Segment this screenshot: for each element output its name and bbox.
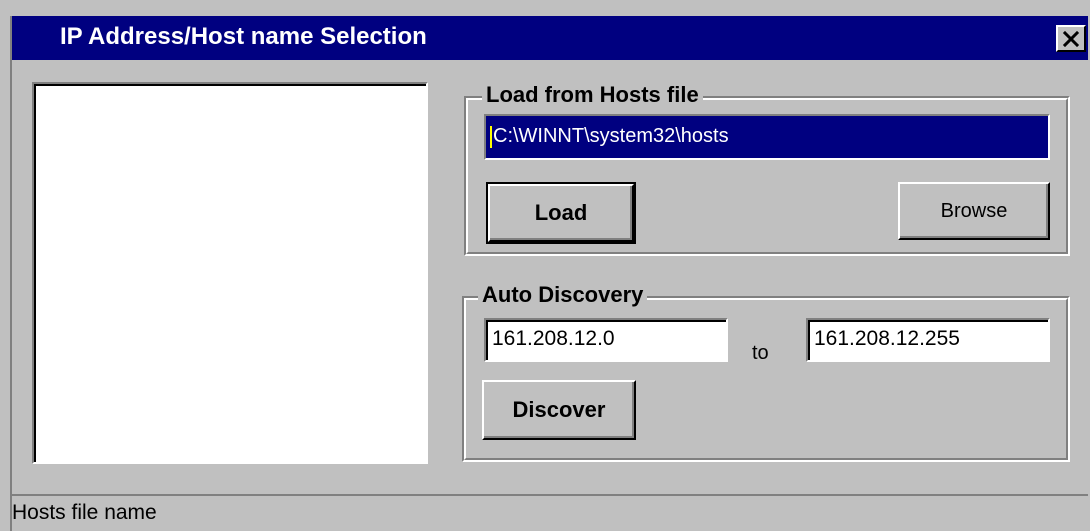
end-ip-value: 161.208.12.255 [814,327,960,350]
start-ip-value: 161.208.12.0 [492,327,615,350]
load-button[interactable]: Load [486,182,636,244]
hosts-file-path-field[interactable]: C:\WINNT\system32\hosts [484,114,1050,160]
end-ip-field[interactable]: 161.208.12.255 [806,318,1050,362]
window-title: IP Address/Host name Selection [60,23,427,50]
title-bar[interactable]: IP Address/Host name Selection [12,16,1088,60]
range-to-label: to [752,342,769,364]
browse-button[interactable]: Browse [898,182,1050,240]
status-bar: Hosts file name [12,494,1088,531]
start-ip-field[interactable]: 161.208.12.0 [484,318,728,362]
load-button-label: Load [534,200,588,225]
load-from-hosts-label: Load from Hosts file [482,82,703,108]
hosts-listbox[interactable] [32,82,428,464]
close-button[interactable] [1056,25,1086,52]
browse-button-label: Browse [940,199,1008,222]
status-text: Hosts file name [12,501,157,524]
hosts-listbox-content [34,84,426,462]
window-border [10,16,12,531]
ip-host-selection-dialog: IP Address/Host name Selection Load from… [0,0,1090,531]
discover-button[interactable]: Discover [482,380,636,440]
close-icon [1062,30,1080,47]
text-caret [490,125,492,148]
hosts-file-path-value: C:\WINNT\system32\hosts [493,125,729,147]
auto-discovery-label: Auto Discovery [478,282,648,308]
discover-button-label: Discover [512,397,606,422]
